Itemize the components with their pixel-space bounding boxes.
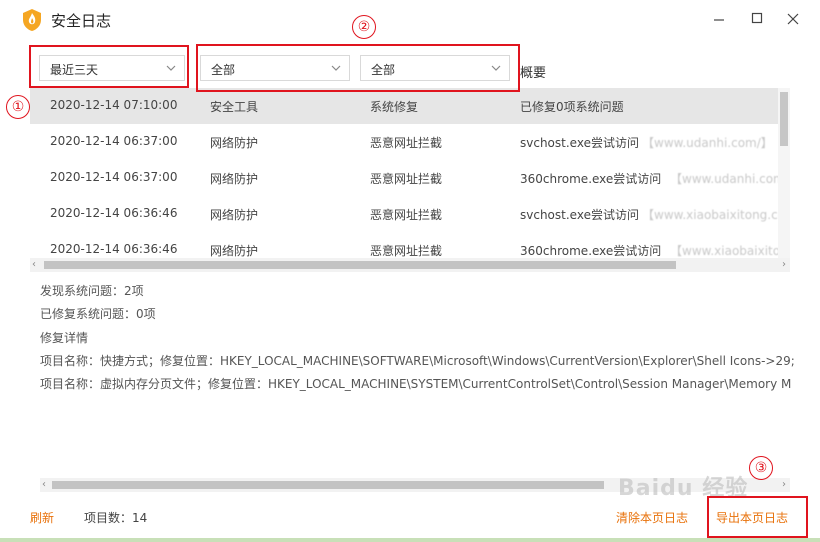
- row-summary: svchost.exe尝试访问: [520, 208, 639, 222]
- maximize-button[interactable]: [746, 10, 768, 30]
- minimize-icon: [714, 19, 724, 21]
- minimize-button[interactable]: [708, 10, 730, 30]
- row-time: 2020-12-14 06:37:00: [50, 134, 178, 148]
- annotation-box-1: [29, 45, 189, 88]
- row-summary: 已修复0项系统问题: [520, 100, 624, 114]
- row-summary: svchost.exe尝试访问: [520, 136, 639, 150]
- summary-column-header: 概要: [520, 66, 547, 81]
- close-button[interactable]: [782, 10, 804, 30]
- annotation-number-3: ③: [749, 456, 773, 480]
- row-extra: 【www.udanhi.com/fa: [670, 172, 790, 186]
- table-horizontal-scrollbar[interactable]: ‹ ›: [30, 258, 790, 272]
- item-count: 项目数：14: [84, 511, 148, 525]
- scrollbar-thumb[interactable]: [52, 481, 604, 489]
- maximize-icon: [751, 12, 763, 24]
- scroll-left-icon[interactable]: ‹: [42, 479, 46, 490]
- table-row[interactable]: 2020-12-14 07:10:00 安全工具 系统修复 已修复0项系统问题: [30, 88, 778, 124]
- issues-fixed-text: 已修复系统问题：0项: [40, 307, 156, 321]
- row-extra: 【www.udanhi.com/】: [642, 136, 773, 150]
- row-type: 系统修复: [370, 100, 419, 114]
- log-table: 2020-12-14 07:10:00 安全工具 系统修复 已修复0项系统问题 …: [30, 88, 790, 260]
- row-extra: 【www.xiaobaixitong.com: [642, 208, 790, 222]
- row-time: 2020-12-14 06:37:00: [50, 170, 178, 184]
- annotation-box-3: [707, 496, 808, 538]
- security-log-window: 安全日志 最近三天 全部 全部 概要 2020-12-14 07:10:00 安…: [0, 0, 820, 542]
- table-row[interactable]: 2020-12-14 06:37:00 网络防护 恶意网址拦截 360chrom…: [30, 160, 790, 196]
- repair-item: 项目名称：快捷方式；修复位置：HKEY_LOCAL_MACHINE\SOFTWA…: [40, 354, 795, 368]
- row-extra: 【www.xiaobaixitong.: [670, 244, 790, 258]
- row-type: 恶意网址拦截: [370, 136, 443, 150]
- table-row[interactable]: 2020-12-14 06:36:46 网络防护 恶意网址拦截 svchost.…: [30, 196, 790, 232]
- repair-details-heading: 修复详情: [40, 331, 89, 345]
- annotation-number-1: ①: [6, 95, 30, 119]
- scroll-left-icon[interactable]: ‹: [32, 259, 36, 270]
- row-time: 2020-12-14 06:36:46: [50, 242, 178, 256]
- row-category: 网络防护: [210, 136, 259, 150]
- row-type: 恶意网址拦截: [370, 208, 443, 222]
- refresh-link[interactable]: 刷新: [30, 509, 54, 526]
- table-row[interactable]: 2020-12-14 06:36:46 网络防护 恶意网址拦截 360chrom…: [30, 232, 790, 260]
- repair-item: 项目名称：虚拟内存分页文件；修复位置：HKEY_LOCAL_MACHINE\SY…: [40, 377, 792, 391]
- shield-logo-icon: [23, 9, 41, 31]
- footer-bar: 刷新 项目数：14 清除本页日志 导出本页日志: [0, 496, 820, 542]
- issues-found-text: 发现系统问题：2项: [40, 284, 144, 298]
- scrollbar-thumb[interactable]: [44, 261, 676, 269]
- row-time: 2020-12-14 06:36:46: [50, 206, 178, 220]
- annotation-box-2: [196, 44, 520, 92]
- title-bar: 安全日志: [0, 0, 820, 40]
- row-time: 2020-12-14 07:10:00: [50, 98, 178, 112]
- table-row[interactable]: 2020-12-14 06:37:00 网络防护 恶意网址拦截 svchost.…: [30, 124, 778, 160]
- row-type: 恶意网址拦截: [370, 172, 443, 186]
- row-summary: 360chrome.exe尝试访问: [520, 172, 662, 186]
- bottom-strip: [0, 538, 820, 542]
- scroll-right-icon[interactable]: ›: [782, 259, 786, 270]
- table-vertical-scrollbar[interactable]: [778, 88, 790, 260]
- row-type: 恶意网址拦截: [370, 244, 443, 258]
- scrollbar-thumb[interactable]: [780, 92, 788, 146]
- row-category: 网络防护: [210, 244, 259, 258]
- window-title: 安全日志: [51, 12, 112, 30]
- row-category: 安全工具: [210, 100, 259, 114]
- close-icon: [787, 13, 799, 25]
- row-category: 网络防护: [210, 208, 259, 222]
- row-category: 网络防护: [210, 172, 259, 186]
- row-summary: 360chrome.exe尝试访问: [520, 244, 662, 258]
- scroll-right-icon[interactable]: ›: [782, 479, 786, 490]
- annotation-number-2: ②: [352, 15, 376, 39]
- clear-page-log-link[interactable]: 清除本页日志: [616, 509, 688, 526]
